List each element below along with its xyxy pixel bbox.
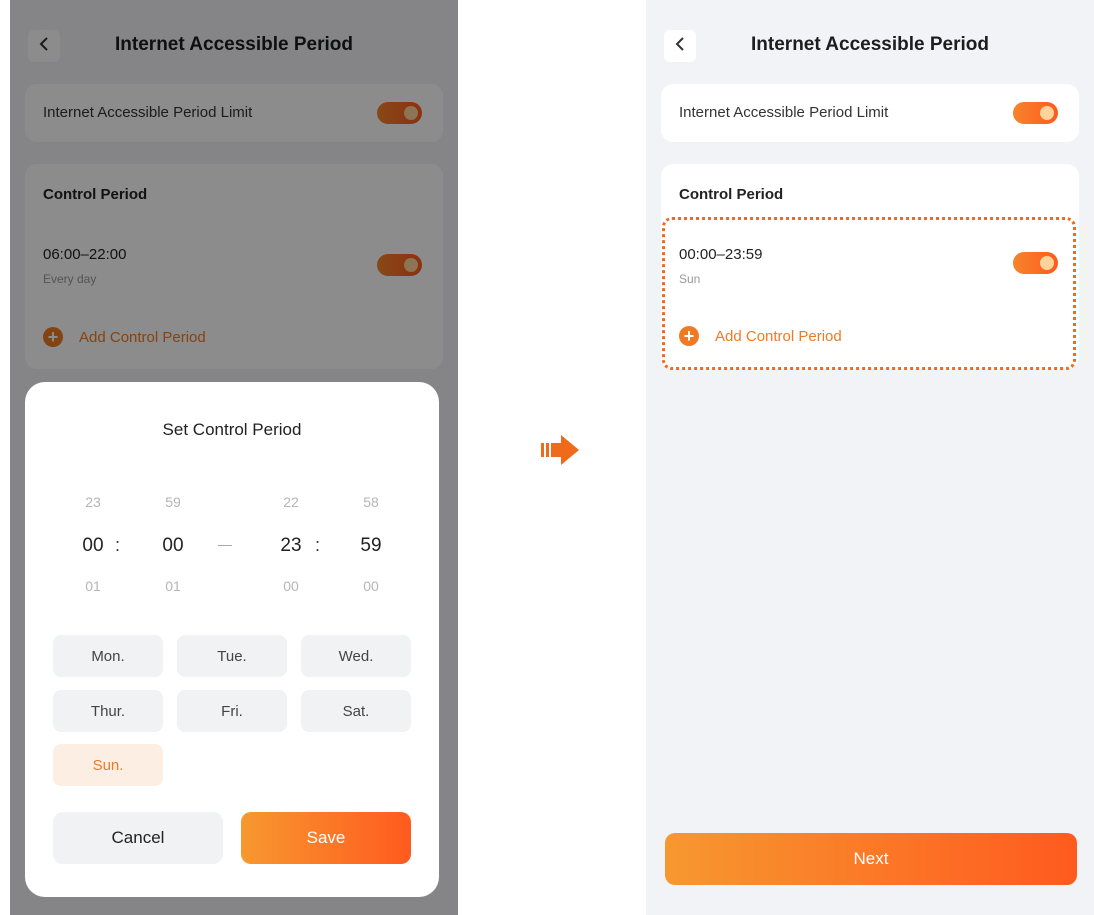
end-minute-prev[interactable]: 58 (341, 494, 401, 510)
start-time-separator: : (115, 535, 121, 555)
start-hour-selected[interactable]: 00 (63, 535, 123, 557)
start-hour-next[interactable]: 01 (63, 578, 123, 594)
start-minute-prev[interactable]: 59 (143, 494, 203, 510)
control-period-header: Control Period (679, 186, 784, 203)
end-hour-prev[interactable]: 22 (261, 494, 321, 510)
day-chip-wed[interactable]: Wed. (301, 635, 411, 677)
start-minute-selected[interactable]: 00 (143, 535, 203, 557)
dialog-title: Set Control Period (162, 420, 302, 439)
day-chip-sun[interactable]: Sun. (53, 744, 163, 786)
end-minute-selected[interactable]: 59 (341, 535, 401, 557)
page-title: Internet Accessible Period (751, 34, 989, 55)
start-minute-next[interactable]: 01 (143, 578, 203, 594)
next-button[interactable]: Next (665, 833, 1077, 885)
cancel-button[interactable]: Cancel (53, 812, 223, 864)
end-hour-selected[interactable]: 23 (261, 535, 321, 557)
highlight-box (662, 217, 1076, 370)
limit-toggle[interactable] (1013, 102, 1058, 124)
end-hour-next[interactable]: 00 (261, 578, 321, 594)
day-chip-mon[interactable]: Mon. (53, 635, 163, 677)
set-control-period-dialog: Set Control Period 23 00 01 : 59 00 01 2… (25, 382, 439, 897)
end-time-separator: : (315, 535, 321, 555)
limit-card: Internet Accessible Period Limit (661, 84, 1079, 142)
range-dash (218, 545, 232, 546)
right-phone-screen: Internet Accessible Period Internet Acce… (646, 0, 1094, 915)
day-chip-fri[interactable]: Fri. (177, 690, 287, 732)
arrow-right-icon (541, 435, 579, 465)
day-chip-tue[interactable]: Tue. (177, 635, 287, 677)
end-minute-next[interactable]: 00 (341, 578, 401, 594)
day-chip-thur[interactable]: Thur. (53, 690, 163, 732)
toggle-knob (1040, 106, 1054, 120)
save-button[interactable]: Save (241, 812, 411, 864)
start-hour-prev[interactable]: 23 (63, 494, 123, 510)
day-chip-sat[interactable]: Sat. (301, 690, 411, 732)
limit-label: Internet Accessible Period Limit (679, 104, 889, 121)
left-phone-screen: Internet Accessible Period Internet Acce… (10, 0, 458, 915)
app-bar: Internet Accessible Period (646, 0, 1094, 90)
